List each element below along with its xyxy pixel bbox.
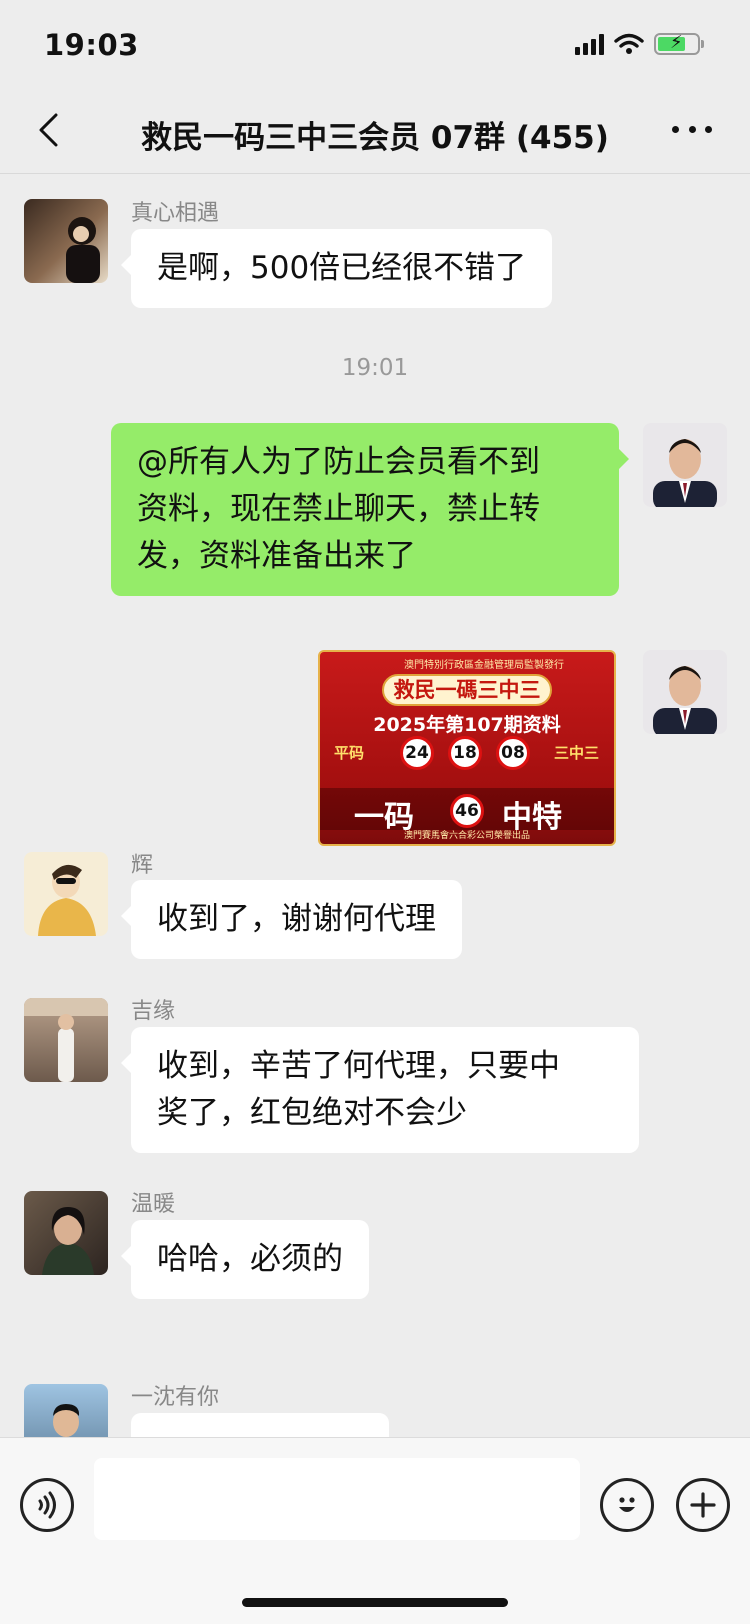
message-line: 发，资料准备出来了 [137,538,416,574]
sender-name: 真心相遇 [131,201,220,226]
more-button[interactable] [672,114,712,144]
sender-name: 吉缘 [131,999,176,1024]
promo-footer: 澳門賽馬會六合彩公司榮譽出品 [403,831,530,841]
avatar[interactable] [24,998,108,1082]
message-bubble[interactable]: 是啊，500倍已经很不错了 [120,229,553,308]
sender-name: 温暖 [131,1192,176,1217]
message-bubble[interactable] [131,1413,389,1437]
message-line: 收到，辛苦了何代理，只要中 [157,1048,560,1084]
emoji-button[interactable] [600,1478,654,1532]
promo-top-text: 澳門特別行政區金融管理局監製發行 [404,660,564,671]
status-icons: ⚡ [575,32,704,56]
back-icon [39,113,58,147]
promo-image[interactable]: 澳門特別行政區金融管理局監製發行 救民一碼三中三 2025年第107期资料 平码… [318,650,616,846]
special-number-ball: 46 [450,794,484,828]
message-line: 奖了，红包绝对不会少 [157,1095,467,1131]
number-ball: 18 [448,736,482,770]
wifi-icon [614,33,644,54]
message-timestamp: 19:01 [341,355,409,381]
sender-name: 一沈有你 [131,1385,220,1410]
message-bubble[interactable]: 收到了，谢谢何代理 [121,880,462,959]
emoji-icon [619,1497,635,1512]
promo-banner: 救民一碼三中三 [382,674,552,706]
self-avatar[interactable] [643,423,727,507]
message-bubble-self[interactable]: @所有人为了防止会员看不到 资料，现在禁止聊天，禁止转 发，资料准备出来了 [111,423,629,596]
more-icon [672,125,679,133]
input-bar [0,1437,750,1624]
battery-icon: ⚡ [654,32,704,55]
plus-icon [690,1492,716,1518]
back-button[interactable] [28,110,68,150]
chat-header: 救民一码三中三会员 07群 (455) [0,90,750,174]
message-line: @所有人为了防止会员看不到 [137,444,540,480]
avatar[interactable] [24,199,108,283]
self-avatar[interactable] [643,650,727,734]
number-ball: 24 [400,736,434,770]
voice-icon [38,1491,56,1519]
avatar[interactable] [24,1384,108,1437]
avatar[interactable] [24,1191,108,1275]
message-list[interactable]: 真心相遇 是啊，500倍已经很不错了 19:01 @所有人为了防止会员看不到 资… [0,175,750,1437]
promo-label-right: 三中三 [554,744,600,762]
message-input[interactable] [94,1458,580,1540]
voice-button[interactable] [20,1478,74,1532]
signal-icon [575,33,604,55]
status-time: 19:03 [44,28,139,62]
promo-label-left: 平码 [334,744,365,762]
status-bar: 19:03 ⚡ [0,0,750,90]
sender-name: 辉 [131,853,154,878]
avatar[interactable] [24,852,108,936]
chat-title: 救民一码三中三会员 07群 (455) [141,120,609,156]
promo-number-row: 平码 24 18 08 三中三 [320,736,614,772]
message-bubble[interactable]: 哈哈，必须的 [121,1220,369,1299]
home-indicator[interactable] [242,1598,508,1607]
message-line: 资料，现在禁止聊天，禁止转 [137,491,540,527]
message-bubble[interactable]: 收到，辛苦了何代理，只要中 奖了，红包绝对不会少 [121,1027,639,1153]
promo-issue: 2025年第107期资料 [373,714,561,736]
more-functions-button[interactable] [676,1478,730,1532]
number-ball: 08 [496,736,530,770]
